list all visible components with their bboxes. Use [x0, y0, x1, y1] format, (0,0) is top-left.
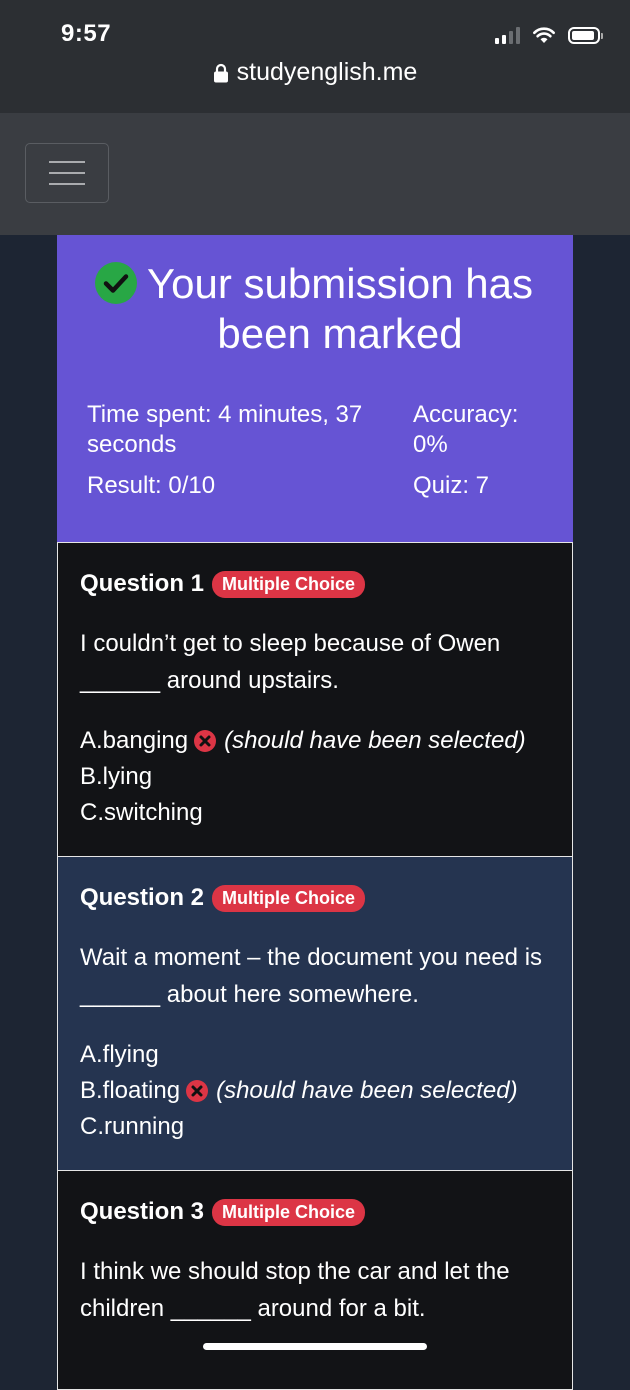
accuracy-value: 0%	[413, 431, 448, 458]
option-label: A.banging	[80, 727, 189, 754]
question-title: Question 2	[80, 884, 205, 911]
time-spent-line2: seconds	[87, 431, 177, 458]
quiz-number: Quiz: 7	[413, 472, 490, 499]
question-header: Question 2 Multiple Choice	[80, 884, 366, 912]
site-navbar	[0, 113, 630, 235]
option-b: B.lying	[80, 759, 562, 795]
url-bar[interactable]: studyenglish.me	[0, 58, 630, 87]
question-card-2: Question 2 Multiple Choice Wait a moment…	[57, 856, 573, 1171]
option-label: A.flying	[80, 1041, 159, 1068]
question-header: Question 1 Multiple Choice	[80, 570, 366, 598]
question-text-line: children ______ around for a bit.	[80, 1295, 426, 1322]
battery-icon	[568, 26, 603, 44]
x-circle-icon	[194, 730, 217, 752]
result-title: Your submission has been marked	[57, 259, 573, 359]
option-c: C.switching	[80, 795, 562, 831]
question-text: I couldn’t get to sleep because of Owen …	[80, 625, 552, 699]
hamburger-menu-icon[interactable]	[25, 143, 109, 203]
correct-answer-note: (should have been selected)	[224, 727, 526, 754]
question-title: Question 3	[80, 1198, 205, 1225]
lock-icon	[213, 63, 228, 82]
option-b: B.floating (should have been selected)	[80, 1073, 562, 1109]
question-text-line: ______ about here somewhere.	[80, 981, 419, 1008]
url-text: studyenglish.me	[236, 58, 418, 86]
question-text-line: I couldn’t get to sleep because of Owen	[80, 630, 501, 657]
question-text-line: Wait a moment – the document you need is	[80, 944, 543, 971]
home-indicator	[203, 1343, 427, 1350]
answer-options: A.banging (should have been selected) B.…	[80, 723, 562, 831]
question-card-1: Question 1 Multiple Choice I couldn’t ge…	[57, 542, 573, 857]
option-c: C.running	[80, 1109, 562, 1145]
result-summary: Your submission has been marked Time spe…	[57, 235, 573, 542]
option-a: A.flying	[80, 1037, 562, 1073]
option-label: C.running	[80, 1113, 185, 1140]
status-time: 9:57	[61, 20, 112, 47]
browser-top-bar: 9:57 studyenglish.me	[0, 0, 630, 113]
option-a: A.banging (should have been selected)	[80, 723, 562, 759]
x-circle-icon	[186, 1080, 209, 1102]
question-text-line: I think we should stop the car and let t…	[80, 1258, 510, 1285]
answer-options: A.flying B.floating (should have been se…	[80, 1037, 562, 1145]
result-title-text: Your submission has been marked	[147, 260, 533, 357]
correct-answer-note: (should have been selected)	[216, 1077, 518, 1104]
question-header: Question 3 Multiple Choice	[80, 1198, 366, 1226]
question-type-badge: Multiple Choice	[212, 570, 366, 598]
question-type-badge: Multiple Choice	[212, 1198, 366, 1226]
question-title: Question 1	[80, 570, 205, 597]
question-card-3: Question 3 Multiple Choice I think we sh…	[57, 1170, 573, 1390]
signal-icon	[495, 26, 520, 44]
question-text: Wait a moment – the document you need is…	[80, 939, 552, 1013]
status-icons	[495, 22, 603, 48]
time-spent-line1: Time spent: 4 minutes, 37	[87, 401, 363, 428]
question-text: I think we should stop the car and let t…	[80, 1253, 552, 1327]
result-score: Result: 0/10	[87, 472, 216, 499]
option-label: C.switching	[80, 799, 203, 826]
option-label: B.floating	[80, 1077, 181, 1104]
question-text-line: ______ around upstairs.	[80, 667, 339, 694]
question-type-badge: Multiple Choice	[212, 884, 366, 912]
accuracy-label: Accuracy:	[413, 401, 519, 428]
option-label: B.lying	[80, 763, 153, 790]
wifi-icon	[533, 27, 555, 43]
